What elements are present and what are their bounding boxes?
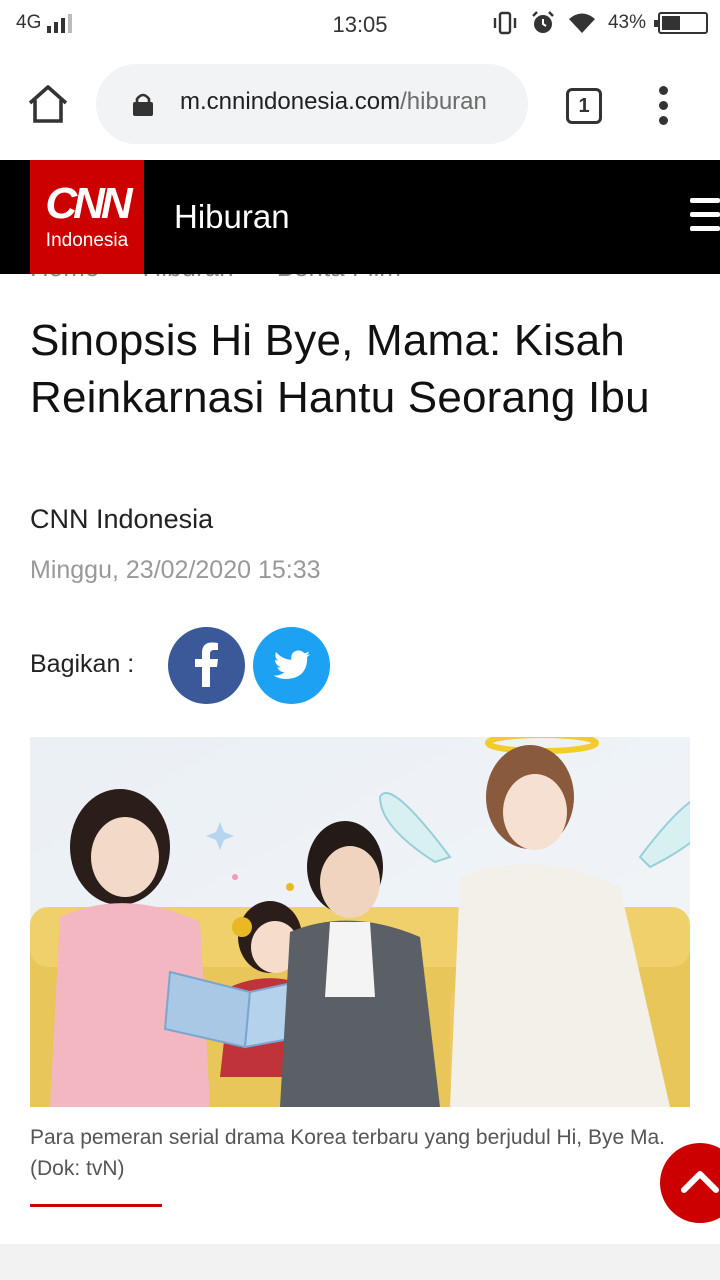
facebook-icon bbox=[195, 642, 218, 687]
scroll-to-top-button[interactable] bbox=[660, 1143, 720, 1223]
vibrate-icon bbox=[493, 11, 517, 35]
battery-icon bbox=[654, 12, 708, 34]
article-author: CNN Indonesia bbox=[30, 504, 214, 534]
url-path: /hiburan bbox=[400, 88, 487, 115]
lock-icon bbox=[133, 93, 153, 116]
browser-toolbar: m.cnnindonesia.com/hiburan 1 bbox=[0, 50, 720, 160]
section-title[interactable]: Hiburan bbox=[174, 198, 290, 236]
tab-switcher-button[interactable]: 1 bbox=[566, 88, 602, 124]
cnn-logo[interactable]: CNN Indonesia bbox=[30, 160, 144, 274]
address-bar[interactable]: m.cnnindonesia.com/hiburan bbox=[96, 64, 528, 144]
url-host: m.cnnindonesia.com bbox=[180, 88, 401, 115]
status-icons: 43% bbox=[492, 10, 708, 36]
home-icon[interactable] bbox=[26, 82, 70, 126]
hamburger-icon[interactable] bbox=[690, 198, 720, 232]
facebook-share-button[interactable] bbox=[168, 627, 245, 704]
page-footer-band bbox=[0, 1244, 720, 1280]
site-header: CNN Indonesia Hiburan bbox=[0, 160, 720, 274]
logo-sub: Indonesia bbox=[45, 230, 129, 251]
wifi-icon bbox=[568, 13, 595, 33]
status-bar: 4G 13:05 43% bbox=[0, 0, 720, 50]
url-text[interactable]: m.cnnindonesia.com/hiburan bbox=[180, 88, 510, 116]
caption-divider bbox=[30, 1204, 162, 1207]
alarm-icon bbox=[532, 11, 554, 33]
photo-caption: Para pemeran serial drama Korea terbaru … bbox=[30, 1126, 665, 1180]
share-label: Bagikan : bbox=[30, 650, 135, 678]
battery-percent: 43% bbox=[607, 12, 646, 33]
article-photo[interactable] bbox=[30, 737, 690, 1107]
cast-photo-illustration bbox=[30, 737, 690, 1107]
twitter-share-button[interactable] bbox=[253, 627, 330, 704]
logo-brand: CNN bbox=[45, 179, 132, 228]
article-title: Sinopsis Hi Bye, Mama: Kisah Reinkarnasi… bbox=[30, 316, 650, 422]
more-vert-icon[interactable] bbox=[654, 86, 674, 126]
article-date: Minggu, 23/02/2020 15:33 bbox=[30, 556, 321, 584]
twitter-icon bbox=[273, 650, 310, 679]
chevron-up-icon bbox=[681, 1171, 719, 1193]
